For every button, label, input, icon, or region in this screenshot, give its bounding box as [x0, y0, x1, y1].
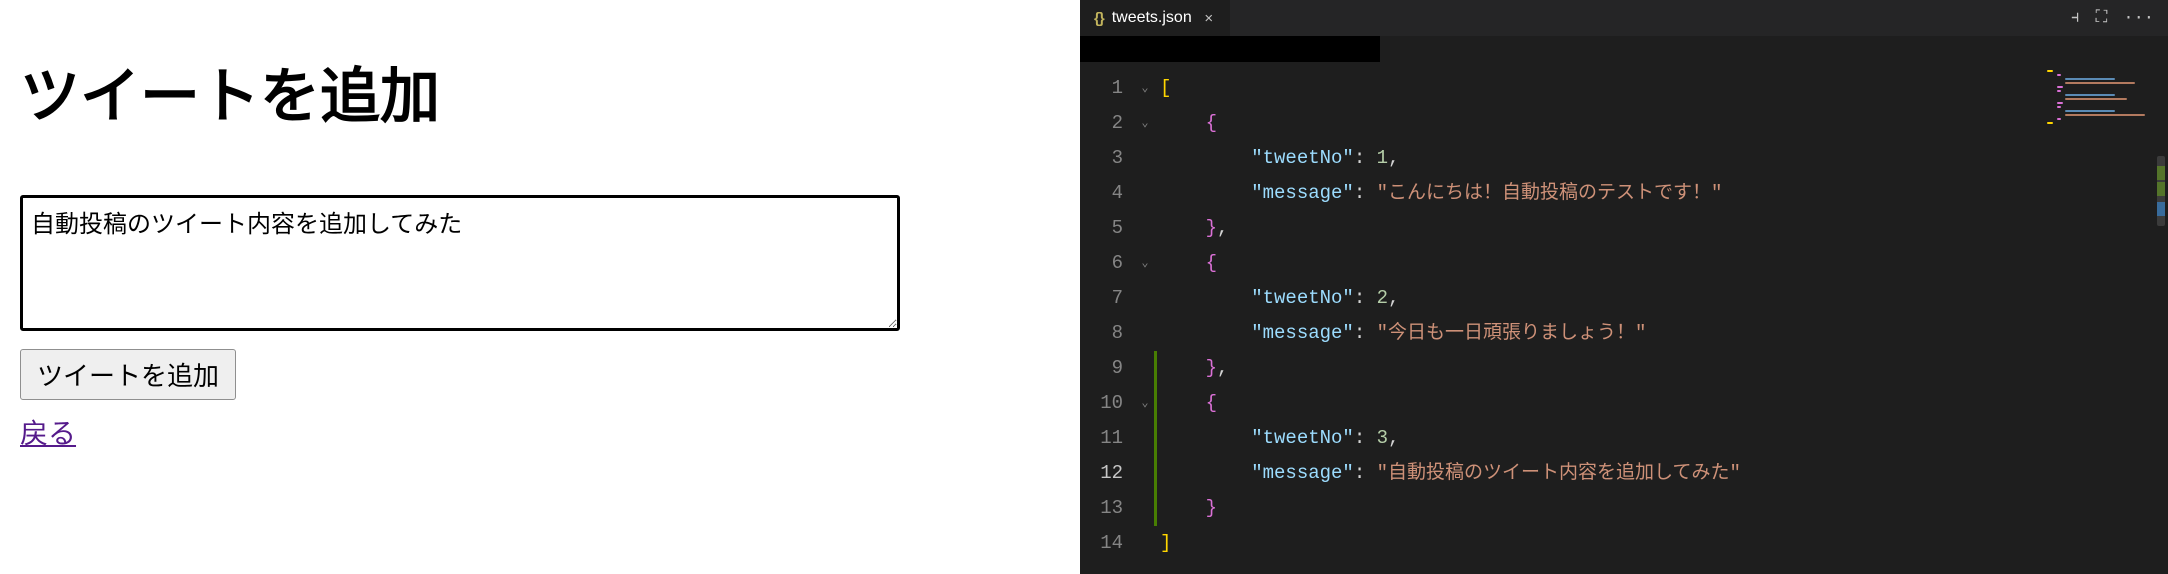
- json-number: 3: [1377, 427, 1388, 449]
- line-number: 5: [1080, 211, 1136, 246]
- code-line[interactable]: },: [1160, 211, 2168, 246]
- tweet-textarea[interactable]: [20, 195, 900, 331]
- fold-chevron-icon[interactable]: ⌄: [1141, 246, 1148, 281]
- token: :: [1354, 427, 1377, 449]
- code-line[interactable]: "tweetNo": 1,: [1160, 141, 2168, 176]
- page-title: ツイートを追加: [20, 48, 1060, 135]
- code-line[interactable]: },: [1160, 351, 2168, 386]
- line-number: 2: [1080, 106, 1136, 141]
- json-number: 2: [1377, 287, 1388, 309]
- brace-close: }: [1206, 497, 1217, 519]
- breadcrumb-redacted: [1080, 36, 1380, 62]
- fold-chevron-icon[interactable]: ⌄: [1141, 71, 1148, 106]
- brace-open: {: [1206, 112, 1217, 134]
- line-number: 12: [1080, 456, 1136, 491]
- line-number: 6: [1080, 246, 1136, 281]
- minimap[interactable]: [2040, 62, 2150, 574]
- brace-open: {: [1206, 252, 1217, 274]
- code-line[interactable]: }: [1160, 491, 2168, 526]
- toggle-layout-icon[interactable]: ⛶: [2095, 8, 2107, 28]
- json-key: "tweetNo": [1251, 287, 1354, 309]
- json-string: "自動投稿のツイート内容を追加してみた": [1377, 462, 1741, 484]
- token: :: [1354, 147, 1377, 169]
- line-number: 7: [1080, 281, 1136, 316]
- fold-chevron-icon[interactable]: ⌄: [1141, 106, 1148, 141]
- code-line[interactable]: "tweetNo": 3,: [1160, 421, 2168, 456]
- token: ,: [1217, 217, 1228, 239]
- webform-pane: ツイートを追加 ツイートを追加 戻る: [0, 0, 1080, 574]
- brace-close: }: [1206, 217, 1217, 239]
- code-line[interactable]: {: [1160, 246, 2168, 281]
- json-key: "message": [1251, 182, 1354, 204]
- code-line[interactable]: ]: [1160, 526, 2168, 561]
- json-string: "こんにちは！自動投稿のテストです！": [1377, 182, 1723, 204]
- bracket-close: ]: [1160, 532, 1171, 554]
- code-line[interactable]: "message": "こんにちは！自動投稿のテストです！": [1160, 176, 2168, 211]
- fold-chevron-icon[interactable]: ⌄: [1141, 386, 1148, 421]
- code-line[interactable]: [: [1160, 71, 2168, 106]
- token: ,: [1388, 287, 1399, 309]
- bracket-open: [: [1160, 77, 1171, 99]
- line-number: 8: [1080, 316, 1136, 351]
- editor-actions: ⫞ ⛶ ···: [2071, 0, 2168, 36]
- line-number: 10: [1080, 386, 1136, 421]
- line-number: 3: [1080, 141, 1136, 176]
- token: :: [1354, 462, 1377, 484]
- line-number: 9: [1080, 351, 1136, 386]
- json-number: 1: [1377, 147, 1388, 169]
- brace-close: }: [1206, 357, 1217, 379]
- tab-close-button[interactable]: ×: [1200, 9, 1218, 27]
- json-key: "message": [1251, 462, 1354, 484]
- breadcrumb-bar: [1080, 36, 2168, 62]
- split-editor-icon[interactable]: ⫞: [2071, 8, 2080, 28]
- token: :: [1354, 322, 1377, 344]
- line-number: 1: [1080, 71, 1136, 106]
- json-string: "今日も一日頑張りましょう！": [1377, 322, 1647, 344]
- tab-filename: tweets.json: [1112, 9, 1192, 27]
- token: ,: [1388, 427, 1399, 449]
- line-number: 4: [1080, 176, 1136, 211]
- brace-open: {: [1206, 392, 1217, 414]
- token: :: [1354, 287, 1377, 309]
- line-number: 14: [1080, 526, 1136, 561]
- code-line[interactable]: "message": "自動投稿のツイート内容を追加してみた": [1160, 456, 2168, 491]
- json-key: "tweetNo": [1251, 427, 1354, 449]
- line-number-gutter: 1234567891011121314: [1080, 62, 1136, 574]
- code-line[interactable]: "message": "今日も一日頑張りましょう！": [1160, 316, 2168, 351]
- root: ツイートを追加 ツイートを追加 戻る {} tweets.json × ⫞ ⛶ …: [0, 0, 2168, 574]
- tab-tweets-json[interactable]: {} tweets.json ×: [1080, 0, 1230, 36]
- tab-bar: {} tweets.json × ⫞ ⛶ ···: [1080, 0, 2168, 36]
- token: ,: [1388, 147, 1399, 169]
- json-key: "tweetNo": [1251, 147, 1354, 169]
- more-actions-icon[interactable]: ···: [2123, 9, 2154, 28]
- line-number: 13: [1080, 491, 1136, 526]
- code-line[interactable]: "tweetNo": 2,: [1160, 281, 2168, 316]
- fold-gutter: ⌄⌄⌄⌄: [1136, 62, 1154, 574]
- token: :: [1354, 182, 1377, 204]
- line-number: 11: [1080, 421, 1136, 456]
- add-tweet-button[interactable]: ツイートを追加: [20, 349, 236, 400]
- code-line[interactable]: {: [1160, 106, 2168, 141]
- code-line[interactable]: {: [1160, 386, 2168, 421]
- json-key: "message": [1251, 322, 1354, 344]
- token: ,: [1217, 357, 1228, 379]
- vscode-pane: {} tweets.json × ⫞ ⛶ ··· 123456789101112…: [1080, 0, 2168, 574]
- editor-body[interactable]: 1234567891011121314 ⌄⌄⌄⌄ [ { "tweetNo": …: [1080, 62, 2168, 574]
- back-link[interactable]: 戻る: [20, 412, 76, 452]
- scrollbar-thumb[interactable]: [2157, 156, 2165, 226]
- code-area[interactable]: [ { "tweetNo": 1, "message": "こんにちは！自動投稿…: [1154, 62, 2168, 574]
- json-file-icon: {}: [1094, 10, 1104, 27]
- vertical-scrollbar[interactable]: [2154, 62, 2168, 574]
